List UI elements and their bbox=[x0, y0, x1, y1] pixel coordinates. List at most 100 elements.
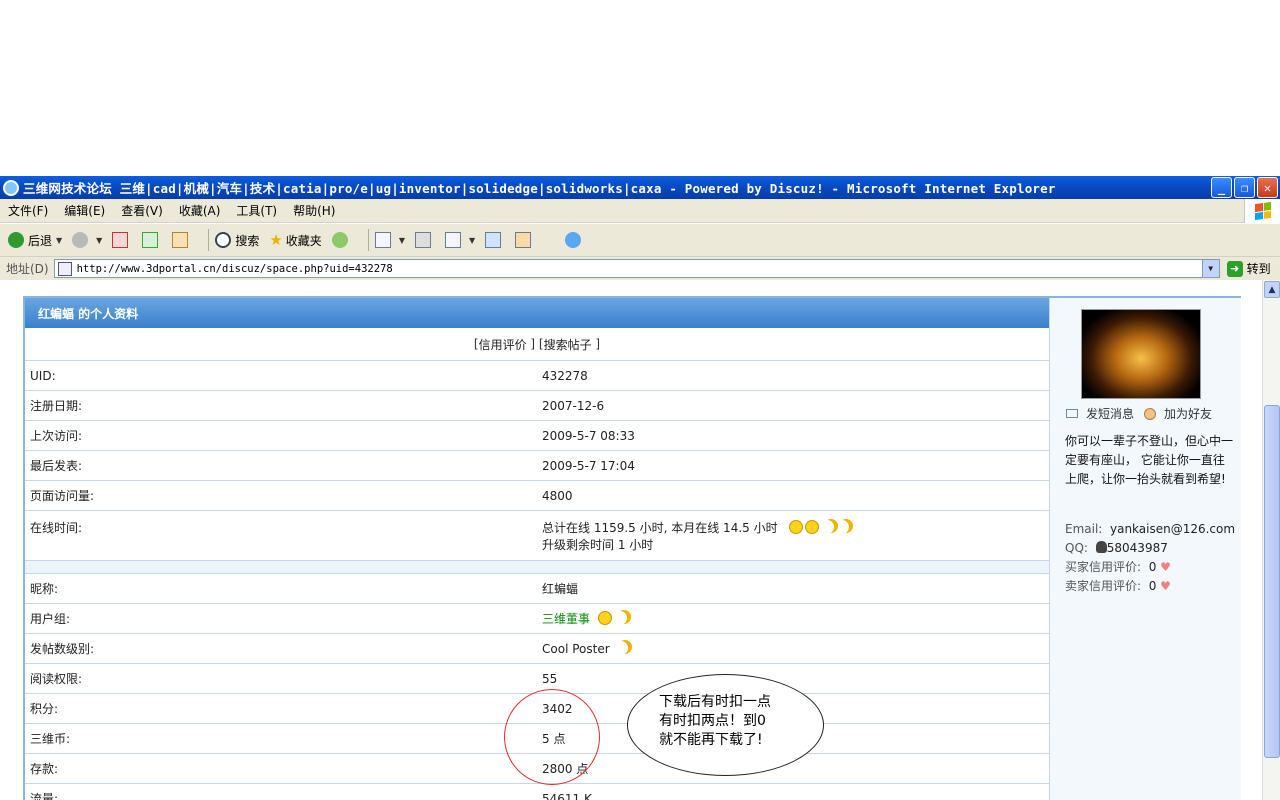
ie-icon bbox=[565, 232, 582, 248]
print-icon bbox=[414, 232, 431, 248]
toolbar-separator bbox=[367, 229, 369, 251]
table-row: 注册日期: 2007-12-6 bbox=[25, 391, 1049, 421]
postlevel-value: Cool Poster bbox=[542, 642, 610, 656]
maximize-button[interactable]: ❐ bbox=[1234, 177, 1255, 198]
history-icon bbox=[331, 232, 348, 248]
forward-button[interactable]: ▼ bbox=[72, 232, 102, 248]
buyer-credit-value: 0 bbox=[1148, 560, 1157, 574]
address-url[interactable]: http://www.3dportal.cn/discuz/space.php?… bbox=[77, 263, 393, 275]
go-arrow-icon: ➜ bbox=[1226, 260, 1243, 277]
online-level-icons bbox=[787, 520, 849, 535]
qq-value: 58043987 bbox=[1106, 541, 1168, 555]
table-row: UID: 432278 bbox=[25, 361, 1049, 391]
menu-file[interactable]: 文件(F) bbox=[0, 202, 56, 219]
table-row: 在线时间: 总计在线 1159.5 小时, 本月在线 14.5 小时 升级剩余时… bbox=[25, 511, 1049, 561]
smiley-icon bbox=[789, 520, 804, 534]
refresh-button[interactable] bbox=[142, 232, 162, 248]
search-posts-link[interactable]: 搜索帖子 bbox=[544, 336, 592, 353]
address-dropdown-icon[interactable]: ▼ bbox=[1201, 260, 1219, 277]
go-button[interactable]: ➜ 转到 bbox=[1226, 260, 1271, 277]
messenger-button[interactable] bbox=[485, 232, 505, 248]
scroll-up-button[interactable]: ▲ bbox=[1264, 281, 1280, 298]
home-icon bbox=[172, 232, 189, 248]
table-row: 发帖数级别: Cool Poster bbox=[25, 634, 1049, 664]
add-friend-link[interactable]: 加为好友 bbox=[1164, 405, 1212, 422]
chevron-down-icon[interactable]: ▼ bbox=[56, 236, 62, 245]
menu-favorites[interactable]: 收藏(A) bbox=[171, 202, 229, 219]
table-row: 上次访问: 2009-5-7 08:33 bbox=[25, 421, 1049, 451]
refresh-icon bbox=[142, 232, 159, 248]
buyer-credit-label: 买家信用评价: bbox=[1065, 560, 1142, 574]
vertical-scrollbar[interactable]: ▲ bbox=[1262, 280, 1280, 800]
menu-view[interactable]: 查看(V) bbox=[113, 202, 171, 219]
smiley-icon bbox=[598, 611, 613, 625]
profile-links: [ 信用评价 ] [ 搜索帖子 ] bbox=[25, 328, 1049, 361]
toolbar: 后退 ▼ ▼ 搜索 ★ 收藏夹 ▼ ▼ bbox=[0, 224, 1280, 257]
table-row: 最后发表: 2009-5-7 17:04 bbox=[25, 451, 1049, 481]
stop-button[interactable] bbox=[112, 232, 132, 248]
forward-arrow-icon bbox=[72, 232, 89, 248]
back-label: 后退 bbox=[28, 233, 53, 248]
annotation-line: 下载后有时扣一点 bbox=[659, 694, 771, 710]
edit-button[interactable]: ▼ bbox=[444, 232, 475, 248]
uid-label: UID: bbox=[30, 368, 56, 383]
favorites-button[interactable]: ★ 收藏夹 bbox=[269, 231, 321, 249]
postlevel-label: 发帖数级别: bbox=[30, 642, 95, 656]
menu-tools[interactable]: 工具(T) bbox=[228, 202, 285, 219]
search-icon bbox=[215, 232, 232, 248]
table-row: 用户组: 三维董事 bbox=[25, 604, 1049, 634]
send-message-link[interactable]: 发短消息 bbox=[1086, 405, 1134, 422]
readperm-value: 55 bbox=[542, 671, 558, 686]
chevron-down-icon[interactable]: ▼ bbox=[96, 236, 102, 245]
annotation-bubble: 下载后有时扣一点 有时扣两点！到0 就不能再下载了! bbox=[627, 674, 824, 776]
table-row: 页面访问量: 4800 bbox=[25, 481, 1049, 511]
menu-help[interactable]: 帮助(H) bbox=[285, 202, 343, 219]
ie-icon bbox=[3, 179, 19, 196]
online-label: 在线时间: bbox=[30, 521, 83, 535]
search-button[interactable]: 搜索 bbox=[215, 232, 259, 249]
deposit-value: 2800 点 bbox=[542, 762, 589, 776]
sidebar-actions: 发短消息 加为好友 bbox=[1066, 405, 1212, 422]
go-label: 转到 bbox=[1246, 262, 1271, 276]
smiley-icon bbox=[805, 520, 820, 534]
add-friend-icon bbox=[1144, 407, 1157, 420]
credit-link[interactable]: 信用评价 bbox=[479, 336, 527, 353]
readperm-label: 阅读权限: bbox=[30, 672, 83, 686]
table-row: 流量: 54611 K bbox=[25, 784, 1049, 800]
ie-extra-button[interactable] bbox=[565, 232, 585, 248]
usergroup-value: 三维董事 bbox=[542, 612, 591, 626]
word-icon bbox=[444, 232, 461, 248]
traffic-value: 54611 K bbox=[542, 791, 592, 800]
coins-label: 三维币: bbox=[30, 732, 71, 746]
history-button[interactable] bbox=[331, 232, 352, 248]
address-input[interactable]: http://www.3dportal.cn/discuz/space.php?… bbox=[53, 259, 1220, 278]
annotation-circle bbox=[504, 689, 600, 785]
chevron-down-icon[interactable]: ▼ bbox=[469, 236, 475, 245]
seller-credit-value: 0 bbox=[1148, 579, 1157, 593]
print-button[interactable] bbox=[414, 232, 435, 248]
email-value[interactable]: yankaisen@126.com bbox=[1110, 522, 1235, 536]
traffic-label: 流量: bbox=[30, 792, 59, 800]
close-button[interactable]: ✕ bbox=[1257, 177, 1278, 198]
online-total: 总计在线 1159.5 小时, 本月在线 14.5 小时 bbox=[542, 521, 778, 535]
window-title: 三维网技术论坛 三维|cad|机械|汽车|技术|catia|pro/e|ug|i… bbox=[23, 181, 1056, 196]
nickname-label: 昵称: bbox=[30, 582, 59, 596]
messenger-icon bbox=[485, 232, 502, 248]
table-row: 昵称: 红蝙蝠 bbox=[25, 574, 1049, 604]
lastpost-value: 2009-5-7 17:04 bbox=[542, 458, 635, 473]
annotation-line: 有时扣两点！到0 bbox=[659, 713, 766, 729]
seller-credit-label: 卖家信用评价: bbox=[1065, 579, 1142, 593]
minimize-button[interactable]: _ bbox=[1211, 177, 1232, 198]
email-label: Email: bbox=[1065, 522, 1103, 536]
home-button[interactable] bbox=[172, 232, 192, 248]
pageviews-label: 页面访问量: bbox=[30, 489, 95, 503]
research-button[interactable] bbox=[515, 232, 535, 248]
chevron-down-icon[interactable]: ▼ bbox=[399, 236, 405, 245]
menu-edit[interactable]: 编辑(E) bbox=[56, 202, 113, 219]
window-titlebar: 三维网技术论坛 三维|cad|机械|汽车|技术|catia|pro/e|ug|i… bbox=[0, 176, 1280, 199]
back-button[interactable]: 后退 ▼ bbox=[8, 232, 62, 249]
avatar[interactable] bbox=[1081, 309, 1201, 399]
mail-button[interactable]: ▼ bbox=[374, 232, 405, 248]
profile-header: 红蝙蝠 的个人资料 bbox=[25, 298, 1049, 328]
scrollbar-thumb[interactable] bbox=[1264, 405, 1280, 758]
